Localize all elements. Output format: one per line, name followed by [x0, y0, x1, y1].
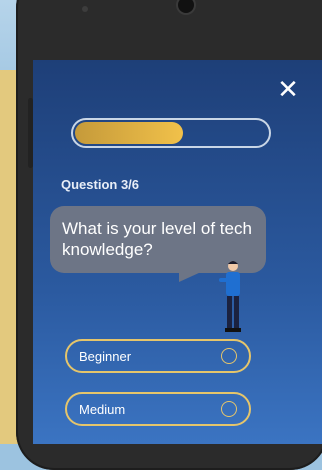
option-beginner[interactable]: Beginner: [65, 339, 251, 373]
option-medium[interactable]: Medium: [65, 392, 251, 426]
close-icon[interactable]: ✕: [277, 76, 299, 102]
option-label: Beginner: [79, 349, 132, 364]
radio-circle-icon[interactable]: [221, 401, 237, 417]
question-text: What is your level of tech knowledge?: [62, 219, 252, 259]
person-leg-left: [227, 296, 232, 328]
quiz-progress-fill: [75, 122, 183, 144]
person-shoe-left: [225, 328, 233, 332]
quiz-progress-bar: [71, 118, 271, 148]
person-arm: [219, 278, 229, 282]
person-shoe-right: [233, 328, 241, 332]
phone-camera: [178, 0, 194, 13]
bubble-tail: [179, 272, 201, 282]
person-illustration: [219, 261, 241, 332]
quiz-screen: ✕ Question 3/6 What is your level of tec…: [33, 60, 322, 444]
person-shirt: [226, 272, 240, 296]
person-leg-right: [234, 296, 239, 328]
radio-circle-icon[interactable]: [221, 348, 237, 364]
phone-sensor: [82, 6, 88, 12]
option-label: Medium: [79, 402, 126, 417]
question-counter: Question 3/6: [61, 177, 140, 192]
person-hair: [228, 261, 238, 264]
